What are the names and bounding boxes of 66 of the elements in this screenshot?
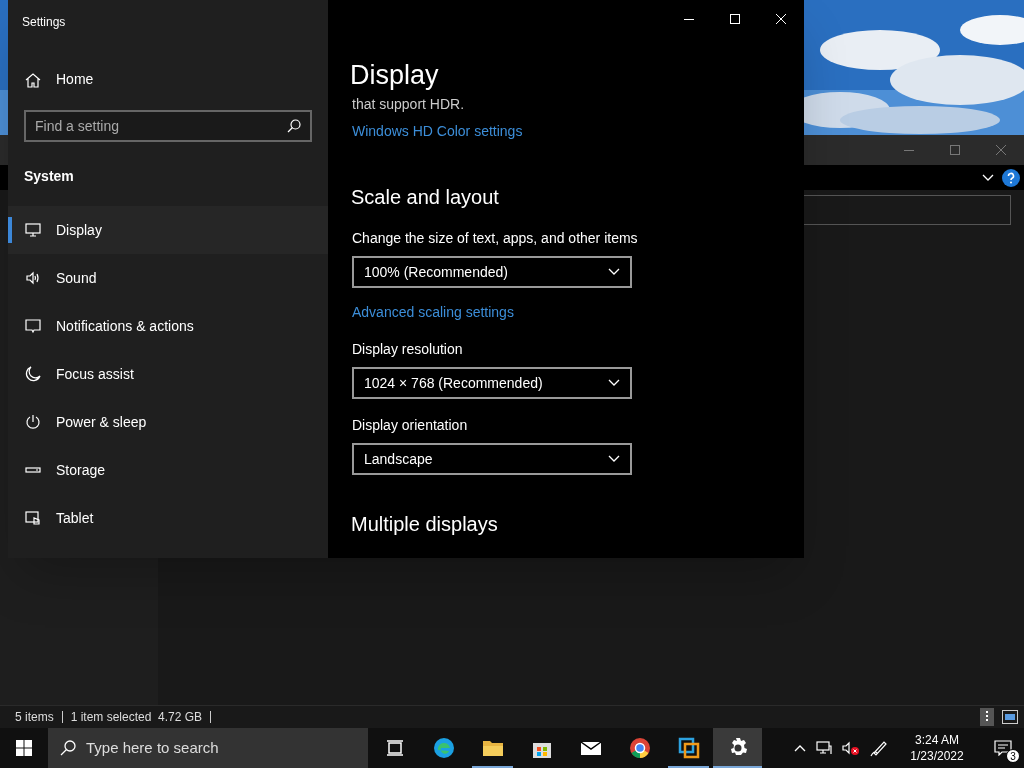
tablet-icon [25, 510, 41, 526]
tiles-view-icon[interactable] [1002, 710, 1018, 724]
section-heading: System [24, 167, 74, 186]
nav-item[interactable]: Tablet [8, 494, 328, 542]
settings-link[interactable]: Advanced scaling settings [352, 302, 514, 323]
page-title: Display [350, 59, 439, 92]
close-icon [776, 14, 786, 24]
home-link[interactable]: Home [25, 69, 94, 90]
clock-time: 3:24 AM [915, 732, 959, 748]
clock[interactable]: 3:24 AM 1/23/2022 [902, 732, 972, 764]
search-icon [60, 740, 76, 756]
search-field[interactable]: Find a setting [24, 110, 312, 142]
minimize-icon [904, 149, 914, 151]
windows-icon [16, 740, 32, 756]
message-icon [25, 318, 41, 334]
section-heading: Scale and layout [351, 185, 499, 210]
speaker-icon [25, 270, 41, 286]
nav-item[interactable]: Focus assist [8, 350, 328, 398]
network-icon[interactable] [816, 740, 832, 756]
dropdown[interactable]: 100% (Recommended) [352, 256, 632, 288]
taskbar-app-button[interactable] [713, 728, 762, 768]
dropdown[interactable]: Landscape [352, 443, 632, 475]
description-text: that support HDR. [352, 95, 465, 114]
notification-badge: 3 [1006, 749, 1020, 763]
chevron-down-icon [982, 173, 994, 182]
pen-icon[interactable] [870, 739, 888, 757]
chevron-down-icon [608, 455, 620, 463]
home-icon [25, 71, 41, 88]
squares-icon [676, 736, 701, 760]
monitor-icon [25, 222, 41, 238]
field-label: Change the size of text, apps, and other items [352, 229, 638, 248]
chevron-down-icon [608, 268, 620, 276]
maximize-icon [950, 145, 960, 155]
search-input[interactable]: Type here to search [86, 736, 368, 760]
details-view-icon[interactable] [980, 708, 994, 726]
dropdown[interactable]: 1024 × 768 (Recommended) [352, 367, 632, 399]
nav-item[interactable]: Storage [8, 446, 328, 494]
notification-button[interactable]: 3 [988, 733, 1018, 763]
window-title: Settings [22, 14, 66, 31]
moon-icon [25, 366, 41, 382]
maximize-icon [730, 14, 740, 24]
swirl-icon [431, 736, 456, 760]
browser-icon [627, 736, 652, 760]
status-text: 1 item selected 4.72 GB [70, 709, 203, 726]
minimize-icon [684, 18, 694, 20]
settings-link[interactable]: Windows HD Color settings [352, 121, 523, 142]
close-icon [996, 145, 1006, 155]
muted-speaker-icon[interactable] [842, 740, 860, 756]
chevron-down-icon [608, 379, 620, 387]
help-icon[interactable] [1002, 168, 1020, 187]
field-label: Display resolution [352, 340, 463, 359]
clock-date: 1/23/2022 [910, 748, 964, 764]
search-icon [287, 119, 301, 133]
section-heading: Multiple displays [351, 512, 498, 537]
caret-up-icon[interactable] [794, 744, 806, 752]
message-icon [994, 740, 1012, 756]
taskbar-search-field[interactable]: Type here to search [48, 728, 368, 768]
search-field[interactable] [801, 195, 1011, 225]
nav-item[interactable]: Power & sleep [8, 398, 328, 446]
nav-item[interactable]: Display [8, 206, 328, 254]
field-label: Display orientation [352, 416, 468, 435]
nav-item[interactable]: Sound [8, 254, 328, 302]
power-icon [25, 414, 41, 430]
search-input[interactable]: Find a setting [35, 115, 287, 137]
status-text: 5 items [15, 709, 54, 726]
nav-item[interactable]: Notifications & actions [8, 302, 328, 350]
